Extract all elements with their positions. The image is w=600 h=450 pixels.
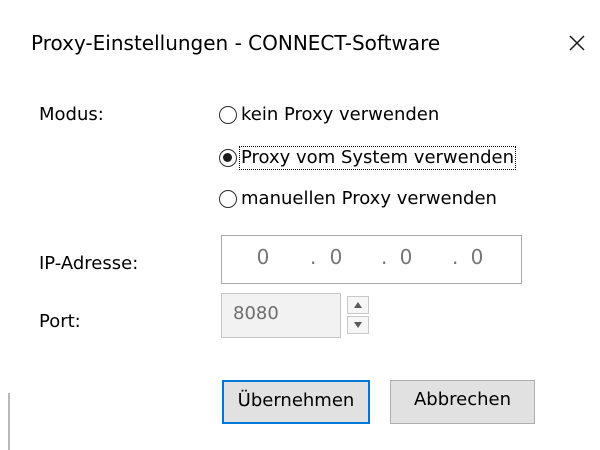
ip-separator-3: .	[452, 245, 459, 269]
radio-label-no-proxy[interactable]: kein Proxy verwenden	[240, 104, 440, 126]
ip-address-field[interactable]: 0 . 0 . 0 . 0	[221, 235, 522, 284]
spin-down-arrow-icon	[354, 322, 362, 328]
ip-octet-1[interactable]: 0	[248, 245, 278, 269]
mode-label: Modus:	[39, 104, 104, 125]
radio-manual-proxy[interactable]: manuellen Proxy verwenden	[219, 184, 498, 214]
apply-button[interactable]: Übernehmen	[222, 380, 370, 424]
radio-label-system-proxy[interactable]: Proxy vom System verwenden	[238, 146, 517, 170]
radio-circle-manual-proxy[interactable]	[219, 190, 237, 208]
spin-up-arrow-icon	[354, 302, 362, 308]
radio-no-proxy[interactable]: kein Proxy verwenden	[219, 100, 440, 130]
port-input[interactable]: 8080	[221, 293, 341, 338]
ip-separator-2: .	[381, 245, 388, 269]
window-title: Proxy-Einstellungen - CONNECT-Software	[31, 31, 441, 55]
window-edge	[8, 393, 10, 450]
close-button[interactable]	[552, 18, 600, 66]
port-label: Port:	[39, 311, 81, 332]
ip-separator-1: .	[310, 245, 317, 269]
radio-label-manual-proxy[interactable]: manuellen Proxy verwenden	[240, 188, 498, 210]
proxy-settings-dialog: Proxy-Einstellungen - CONNECT-Software M…	[0, 0, 600, 450]
port-spin-up-button[interactable]	[347, 296, 369, 314]
ip-octet-2[interactable]: 0	[321, 245, 351, 269]
ip-address-label: IP-Adresse:	[39, 253, 139, 274]
radio-system-proxy[interactable]: Proxy vom System verwenden	[219, 143, 517, 173]
ip-octet-4[interactable]: 0	[462, 245, 492, 269]
ip-octet-3[interactable]: 0	[391, 245, 421, 269]
title-bar: Proxy-Einstellungen - CONNECT-Software	[0, 0, 600, 82]
port-spin-down-button[interactable]	[347, 316, 369, 334]
radio-circle-system-proxy[interactable]	[219, 149, 237, 167]
cancel-button[interactable]: Abbrechen	[390, 380, 535, 424]
close-icon	[569, 35, 585, 51]
radio-circle-no-proxy[interactable]	[219, 106, 237, 124]
